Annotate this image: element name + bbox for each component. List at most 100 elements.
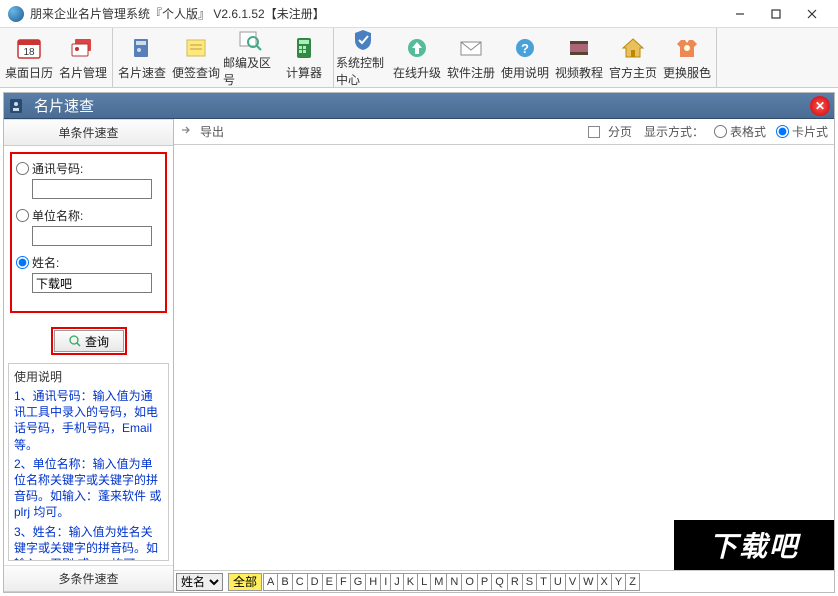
export-button[interactable]: 导出 <box>200 123 224 140</box>
panel-title: 名片速查 <box>34 95 94 116</box>
system-control-button[interactable]: 系统控制中心 <box>336 28 390 87</box>
software-register-button[interactable]: 软件注册 <box>444 28 498 87</box>
letter-filter-C[interactable]: C <box>292 573 308 591</box>
panel-header: 名片速查 ✕ <box>4 93 834 119</box>
letter-filter-F[interactable]: F <box>336 573 351 591</box>
letter-filter-S[interactable]: S <box>522 573 537 591</box>
table-mode-radio[interactable]: 表格式 <box>714 123 766 140</box>
help-paragraph: 1、通讯号码：输入值为通讯工具中录入的号码，如电话号码，手机号码，Email等。 <box>14 388 163 453</box>
panel-close-button[interactable]: ✕ <box>810 96 830 116</box>
change-skin-button[interactable]: 更换服色 <box>660 28 714 87</box>
cards-icon <box>67 34 99 62</box>
shield-icon <box>347 28 379 52</box>
card-quicksearch-button[interactable]: 名片速查 <box>115 28 169 87</box>
criteria-company-input[interactable] <box>32 226 152 246</box>
filter-all-button[interactable]: 全部 <box>228 573 262 591</box>
letter-filter-O[interactable]: O <box>461 573 478 591</box>
help-box: 使用说明 1、通讯号码：输入值为通讯工具中录入的号码，如电话号码，手机号码，Em… <box>8 363 169 561</box>
help-icon: ? <box>509 34 541 62</box>
letter-filter-B[interactable]: B <box>277 573 292 591</box>
letter-filter-Z[interactable]: Z <box>625 573 640 591</box>
close-button[interactable] <box>794 0 830 28</box>
multi-criteria-header[interactable]: 多条件速查 <box>4 565 173 592</box>
criteria-box: 通讯号码: 单位名称: 姓名: <box>10 152 167 313</box>
results-area: www.xiazaiba.com 下载吧 <box>174 145 834 570</box>
home-icon <box>617 34 649 62</box>
search-icon <box>68 334 82 348</box>
letter-filter-E[interactable]: E <box>322 573 337 591</box>
minimize-button[interactable] <box>722 0 758 28</box>
calendar-icon: 18 <box>13 34 45 62</box>
letter-filter-bar: 姓名 全部 ABCDEFGHIJKLMNOPQRSTUVWXYZ <box>174 570 834 592</box>
quick-search-panel: 名片速查 ✕ 单条件速查 通讯号码: 单位名称: 姓名: 查询 使用说明 1、通讯号… <box>3 92 835 593</box>
film-icon <box>563 34 595 62</box>
criteria-name-input[interactable] <box>32 273 152 293</box>
official-site-button[interactable]: 官方主页 <box>606 28 660 87</box>
letter-filter-K[interactable]: K <box>403 573 418 591</box>
letter-filter-J[interactable]: J <box>390 573 404 591</box>
app-icon <box>8 6 24 22</box>
card-manage-button[interactable]: 名片管理 <box>56 28 110 87</box>
arrowup-icon <box>401 34 433 62</box>
svg-text:?: ? <box>521 41 529 56</box>
letter-filter-X[interactable]: X <box>597 573 612 591</box>
letter-filter-R[interactable]: R <box>507 573 523 591</box>
help-paragraph: 3、姓名：输入值为姓名关键字或关键字的拼音码。如输入：卫刚 或 wg 均可 <box>14 524 163 562</box>
criteria-name-radio[interactable] <box>16 256 29 269</box>
calculator-button[interactable]: 计算器 <box>277 28 331 87</box>
letter-filter-Q[interactable]: Q <box>491 573 508 591</box>
letter-filter-Y[interactable]: Y <box>611 573 626 591</box>
criteria-company-label[interactable]: 单位名称: <box>16 207 161 224</box>
envelope-icon <box>455 34 487 62</box>
query-button[interactable]: 查询 <box>54 330 124 352</box>
criteria-phone-label[interactable]: 通讯号码: <box>16 160 161 177</box>
desktop-calendar-button[interactable]: 18桌面日历 <box>2 28 56 87</box>
video-tutorial-button[interactable]: 视频教程 <box>552 28 606 87</box>
letter-filter-N[interactable]: N <box>446 573 462 591</box>
calc-icon <box>288 34 320 62</box>
letter-filter-D[interactable]: D <box>307 573 323 591</box>
mag-icon <box>234 28 266 52</box>
filter-field-select[interactable]: 姓名 <box>176 573 223 591</box>
svg-text:18: 18 <box>23 47 35 58</box>
single-criteria-header[interactable]: 单条件速查 <box>4 119 173 146</box>
panel-icon <box>8 96 28 116</box>
criteria-phone-input[interactable] <box>32 179 152 199</box>
letter-filter-H[interactable]: H <box>365 573 381 591</box>
card-mode-radio[interactable]: 卡片式 <box>776 123 828 140</box>
book-icon <box>126 34 158 62</box>
criteria-phone-radio[interactable] <box>16 162 29 175</box>
paging-checkbox[interactable] <box>588 126 600 138</box>
postcode-button[interactable]: 邮编及区号 <box>223 28 277 87</box>
letter-filter-A[interactable]: A <box>263 573 278 591</box>
right-toolbar: 导出 分页 显示方式： 表格式 卡片式 <box>174 119 834 145</box>
online-upgrade-button[interactable]: 在线升级 <box>390 28 444 87</box>
letter-filter-G[interactable]: G <box>350 573 367 591</box>
window-title: 朋来企业名片管理系统『个人版』 V2.6.1.52【未注册】 <box>30 5 722 22</box>
query-button-label: 查询 <box>85 333 109 350</box>
letter-filter-U[interactable]: U <box>550 573 566 591</box>
shirt-icon <box>671 34 703 62</box>
criteria-company-radio[interactable] <box>16 209 29 222</box>
note-search-button[interactable]: 便签查询 <box>169 28 223 87</box>
letter-filter-T[interactable]: T <box>536 573 551 591</box>
criteria-name-label[interactable]: 姓名: <box>16 254 161 271</box>
letter-filter-V[interactable]: V <box>565 573 580 591</box>
letter-filter-L[interactable]: L <box>417 573 431 591</box>
download-logo: 下载吧 <box>674 520 834 570</box>
letter-filter-M[interactable]: M <box>430 573 447 591</box>
export-icon <box>180 123 194 140</box>
note-icon <box>180 34 212 62</box>
left-sidebar: 单条件速查 通讯号码: 单位名称: 姓名: 查询 使用说明 1、通讯号码：输入值为通… <box>4 119 174 592</box>
letter-filter-P[interactable]: P <box>477 573 492 591</box>
right-content: 导出 分页 显示方式： 表格式 卡片式 www.xiazaiba.com 下载吧… <box>174 119 834 592</box>
title-bar: 朋来企业名片管理系统『个人版』 V2.6.1.52【未注册】 <box>0 0 838 28</box>
help-title: 使用说明 <box>14 368 163 385</box>
main-toolbar: 18桌面日历名片管理名片速查便签查询邮编及区号计算器系统控制中心在线升级软件注册… <box>0 28 838 88</box>
paging-label: 分页 <box>608 123 632 140</box>
display-mode-label: 显示方式： <box>644 123 704 140</box>
maximize-button[interactable] <box>758 0 794 28</box>
usage-help-button[interactable]: ?使用说明 <box>498 28 552 87</box>
letter-filter-W[interactable]: W <box>579 573 597 591</box>
help-paragraph: 2、单位名称：输入值为单位名称关键字或关键字的拼音码。如输入：蓬来软件 或 pl… <box>14 456 163 521</box>
